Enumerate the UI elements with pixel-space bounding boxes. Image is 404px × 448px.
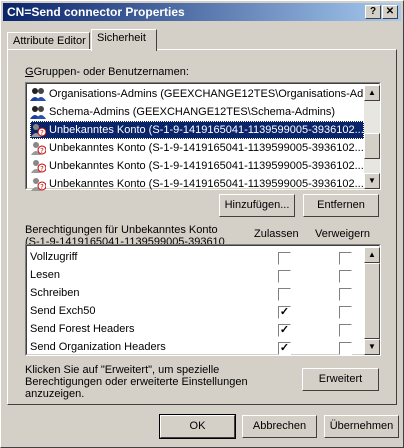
group-name: Unbekanntes Konto (S-1-9-1419165041-1139… <box>49 124 364 136</box>
close-button[interactable]: ✕ <box>382 5 398 19</box>
group-name: Schema-Admins (GEEXCHANGE12TES\Schema-Ad… <box>49 106 336 118</box>
allow-column-header: Zulassen <box>254 228 299 240</box>
advanced-hint-line3: anzuzeigen. <box>25 388 85 400</box>
allow-checkbox[interactable]: ✓ <box>278 342 291 355</box>
permissions-listbox[interactable]: Vollzugriff Lesen Schreiben Send Exch50 ✓ Sen… <box>25 244 381 356</box>
group-icon <box>30 105 46 120</box>
allow-checkbox[interactable] <box>278 288 291 301</box>
svg-text:?: ? <box>40 147 44 155</box>
advanced-hint-line1: Klicken Sie auf "Erweitert", um speziell… <box>25 364 220 376</box>
permission-name: Send Organization Headers <box>30 341 166 353</box>
allow-checkbox[interactable]: ✓ <box>278 324 291 337</box>
allow-checkbox[interactable]: ✓ <box>278 306 291 319</box>
group-list-item[interactable]: ? Unbekanntes Konto (S-1-9-1419165041-113… <box>30 157 364 175</box>
svg-text:?: ? <box>40 129 44 137</box>
close-icon: ✕ <box>385 6 395 17</box>
perm-scroll-up-button[interactable]: ▲ <box>364 247 380 263</box>
deny-checkbox[interactable] <box>339 270 352 283</box>
permissions-scrollbar[interactable]: ▲ ▼ <box>364 247 380 355</box>
advanced-hint-line2: Berechtigungen oder erweiterte Einstellu… <box>25 376 248 388</box>
permission-row: Send Exch50 ✓ <box>26 303 366 321</box>
advanced-button[interactable]: Erweitert <box>302 368 379 391</box>
permission-name: Send Forest Headers <box>30 323 135 335</box>
unknown-user-icon: ? <box>30 123 47 138</box>
perm-scroll-down-button[interactable]: ▼ <box>364 339 380 355</box>
deny-checkbox[interactable] <box>339 324 352 337</box>
group-icon <box>30 87 46 102</box>
group-list-item[interactable]: ? Unbekanntes Konto (S-1-9-1419165041-113… <box>30 139 364 157</box>
permission-name: Lesen <box>30 269 60 281</box>
cancel-button[interactable]: Abbrechen <box>242 415 317 438</box>
add-button[interactable]: Hinzufügen... <box>219 194 295 217</box>
deny-column-header: Verweigern <box>315 228 371 240</box>
deny-checkbox[interactable] <box>339 288 352 301</box>
group-name: Organisations-Admins (GEEXCHANGE12TES\Or… <box>49 88 364 100</box>
apply-button[interactable]: Übernehmen <box>324 415 399 438</box>
arrow-down-icon: ▼ <box>368 176 376 185</box>
arrow-up-icon: ▲ <box>368 250 376 259</box>
permission-row: Send Forest Headers ✓ <box>26 321 366 339</box>
remove-button[interactable]: Entfernen <box>303 194 379 217</box>
tab-sicherheit[interactable]: Sicherheit <box>91 29 157 51</box>
arrow-up-icon: ▲ <box>368 88 376 97</box>
scroll-thumb[interactable] <box>364 133 380 159</box>
permission-name: Schreiben <box>30 287 80 299</box>
tab-attribute-editor[interactable]: Attribute Editor <box>7 32 90 50</box>
permission-row: Send Organization Headers ✓ <box>26 339 366 357</box>
groups-listbox[interactable]: Organisations-Admins (GEEXCHANGE12TES\Or… <box>25 82 381 193</box>
perm-scroll-thumb[interactable] <box>364 263 380 339</box>
unknown-user-icon: ? <box>30 141 47 156</box>
deny-checkbox[interactable] <box>339 306 352 319</box>
permission-name: Send Exch50 <box>30 305 96 317</box>
permissions-label-line1: Berechtigungen für Unbekanntes Konto <box>25 224 218 236</box>
deny-checkbox[interactable] <box>339 252 352 265</box>
group-list-item[interactable]: Schema-Admins (GEEXCHANGE12TES\Schema-Ad… <box>30 103 364 121</box>
svg-text:?: ? <box>40 183 44 191</box>
group-name: Unbekanntes Konto (S-1-9-1419165041-1139… <box>49 142 364 154</box>
groups-label: GGruppen- oder Benutzernamen: <box>25 66 189 78</box>
permission-name: Vollzugriff <box>30 251 78 263</box>
properties-dialog: CN=Send connector Properties ? ✕ Attribu… <box>0 0 404 448</box>
window-title: CN=Send connector Properties <box>7 5 185 19</box>
arrow-down-icon: ▼ <box>368 342 376 351</box>
permission-row: Lesen <box>26 267 366 285</box>
scroll-up-button[interactable]: ▲ <box>364 85 380 101</box>
security-panel: GGruppen- oder Benutzernamen: Organisati… <box>7 49 397 405</box>
allow-checkbox[interactable] <box>278 270 291 283</box>
groups-scrollbar[interactable]: ▲ ▼ <box>364 85 380 189</box>
svg-text:?: ? <box>40 165 44 173</box>
permission-row: Vollzugriff <box>26 249 366 267</box>
group-list-item[interactable]: ? Unbekanntes Konto (S-1-9-1419165041-113… <box>30 175 364 193</box>
unknown-user-icon: ? <box>30 159 47 174</box>
deny-checkbox[interactable] <box>339 342 352 355</box>
permission-row: Schreiben <box>26 285 366 303</box>
scroll-down-button[interactable]: ▼ <box>364 173 380 189</box>
ok-button[interactable]: OK <box>159 414 236 439</box>
group-list-item[interactable]: Organisations-Admins (GEEXCHANGE12TES\Or… <box>30 85 364 103</box>
group-name: Unbekanntes Konto (S-1-9-1419165041-1139… <box>49 178 364 190</box>
allow-checkbox[interactable] <box>278 252 291 265</box>
group-name: Unbekanntes Konto (S-1-9-1419165041-1139… <box>49 160 364 172</box>
unknown-user-icon: ? <box>30 177 47 192</box>
group-list-item[interactable]: ? Unbekanntes Konto (S-1-9-1419165041-113… <box>30 121 364 139</box>
title-bar[interactable]: CN=Send connector Properties ? ✕ <box>3 3 401 21</box>
help-button[interactable]: ? <box>365 5 381 19</box>
